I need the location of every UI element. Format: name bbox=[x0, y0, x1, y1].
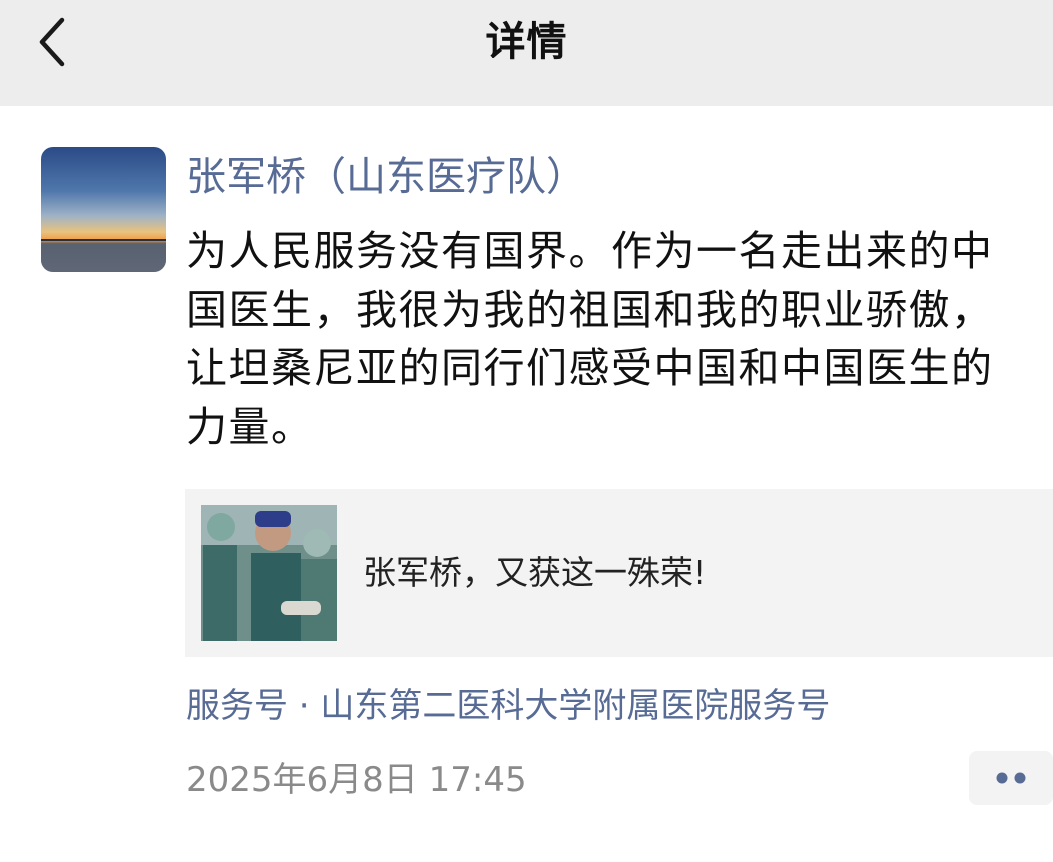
author-name[interactable]: 张军桥（山东医疗队） bbox=[186, 150, 586, 204]
source-account[interactable]: 服务号 · 山东第二医科大学附属医院服务号 bbox=[186, 682, 830, 730]
page-title: 详情 bbox=[485, 19, 568, 65]
sunset-avatar bbox=[41, 147, 166, 272]
article-title: 张军桥，又获这一殊荣! bbox=[363, 553, 707, 592]
surgeons-photo bbox=[201, 505, 337, 641]
more-button[interactable] bbox=[969, 751, 1053, 805]
avatar[interactable] bbox=[41, 147, 166, 272]
article-link-card[interactable]: 张军桥，又获这一殊荣! bbox=[185, 489, 1053, 657]
nav-header: 详情 bbox=[0, 0, 1053, 106]
more-dots-icon bbox=[996, 772, 1026, 784]
article-thumbnail bbox=[201, 505, 337, 641]
post-text: 为人民服务没有国界。作为一名走出来的中国医生，我很为我的祖国和我的职业骄傲，让坦… bbox=[186, 227, 994, 451]
post-timestamp: 2025年6月8日 17:45 bbox=[186, 760, 527, 800]
